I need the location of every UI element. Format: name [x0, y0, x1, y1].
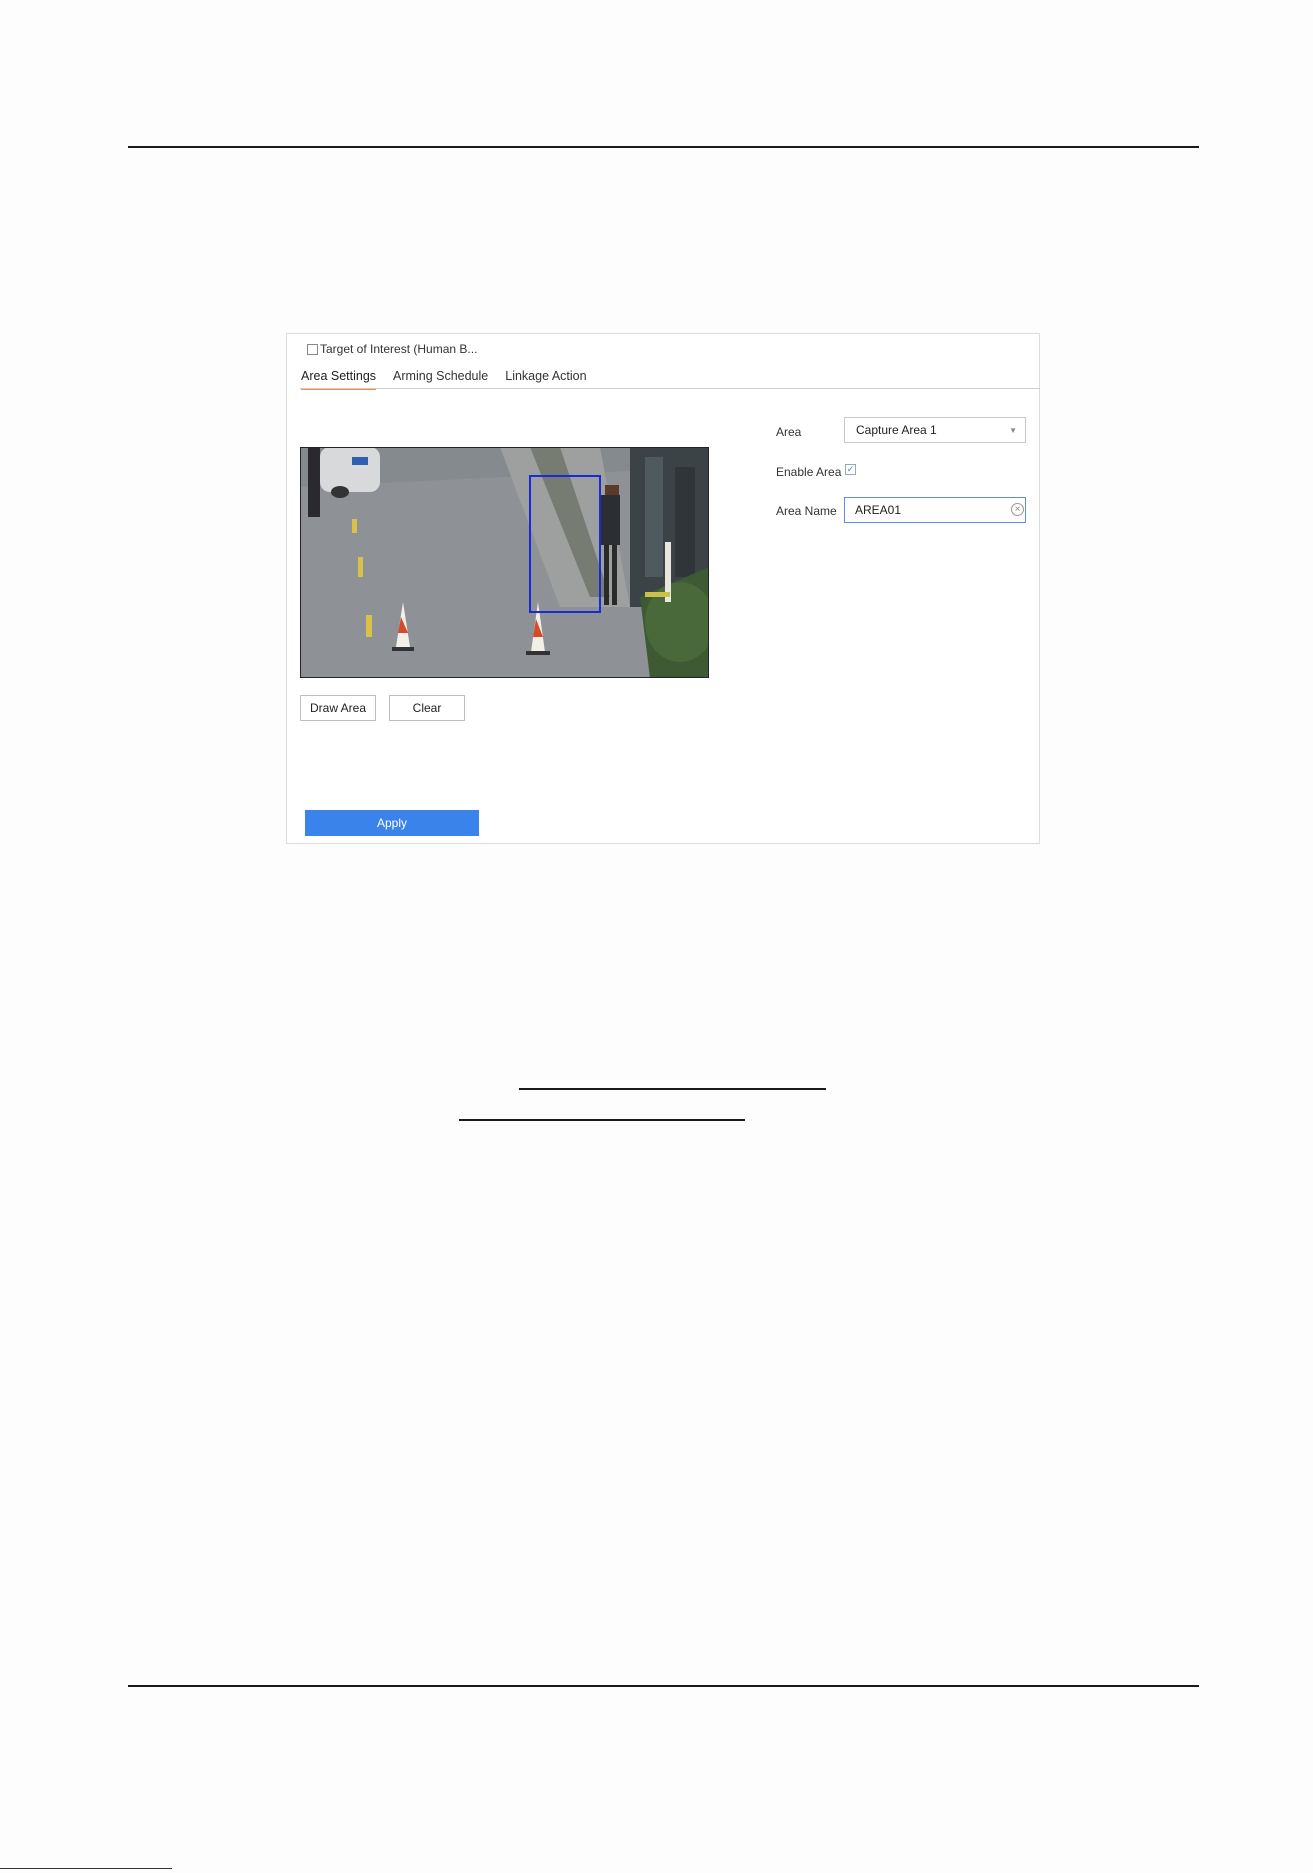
- header-rule: [128, 146, 1199, 148]
- target-of-interest-label: Target of Interest (Human B...: [320, 342, 478, 356]
- enable-area-checkbox[interactable]: ✓: [845, 464, 856, 475]
- clear-circle-icon[interactable]: ×: [1011, 503, 1024, 516]
- live-view-image[interactable]: [300, 447, 709, 678]
- apply-button[interactable]: Apply: [305, 810, 479, 836]
- area-label: Area: [776, 425, 802, 439]
- area-name-label: Area Name: [776, 504, 837, 518]
- camera-scene: [300, 447, 709, 678]
- footer-rule: [128, 1685, 1199, 1687]
- tab-arming-schedule[interactable]: Arming Schedule: [393, 369, 488, 390]
- footer-fragment-line: [0, 1868, 172, 1869]
- clear-button[interactable]: Clear: [389, 695, 465, 721]
- chevron-down-icon[interactable]: ▼: [1009, 426, 1017, 435]
- area-name-input[interactable]: [844, 497, 1026, 523]
- tab-area-settings[interactable]: Area Settings: [301, 369, 377, 390]
- area-select[interactable]: Capture Area 1 ▼: [844, 417, 1026, 443]
- target-of-interest-toggle[interactable]: Target of Interest (Human B...: [307, 342, 477, 356]
- tab-linkage-action[interactable]: Linkage Action: [505, 369, 586, 390]
- checkbox-icon[interactable]: [307, 343, 318, 355]
- area-select-value: Capture Area 1: [856, 423, 937, 437]
- smart-event-panel: Target of Interest (Human B... Area Sett…: [286, 333, 1040, 844]
- tab-bar: Area Settings Arming Schedule Linkage Ac…: [301, 369, 604, 390]
- underline-link-2: [459, 1119, 745, 1121]
- tab-divider: [300, 388, 1040, 389]
- underline-link-1: [519, 1088, 826, 1090]
- enable-area-label: Enable Area: [776, 465, 842, 479]
- draw-area-button[interactable]: Draw Area: [300, 695, 376, 721]
- check-icon: ✓: [846, 464, 855, 474]
